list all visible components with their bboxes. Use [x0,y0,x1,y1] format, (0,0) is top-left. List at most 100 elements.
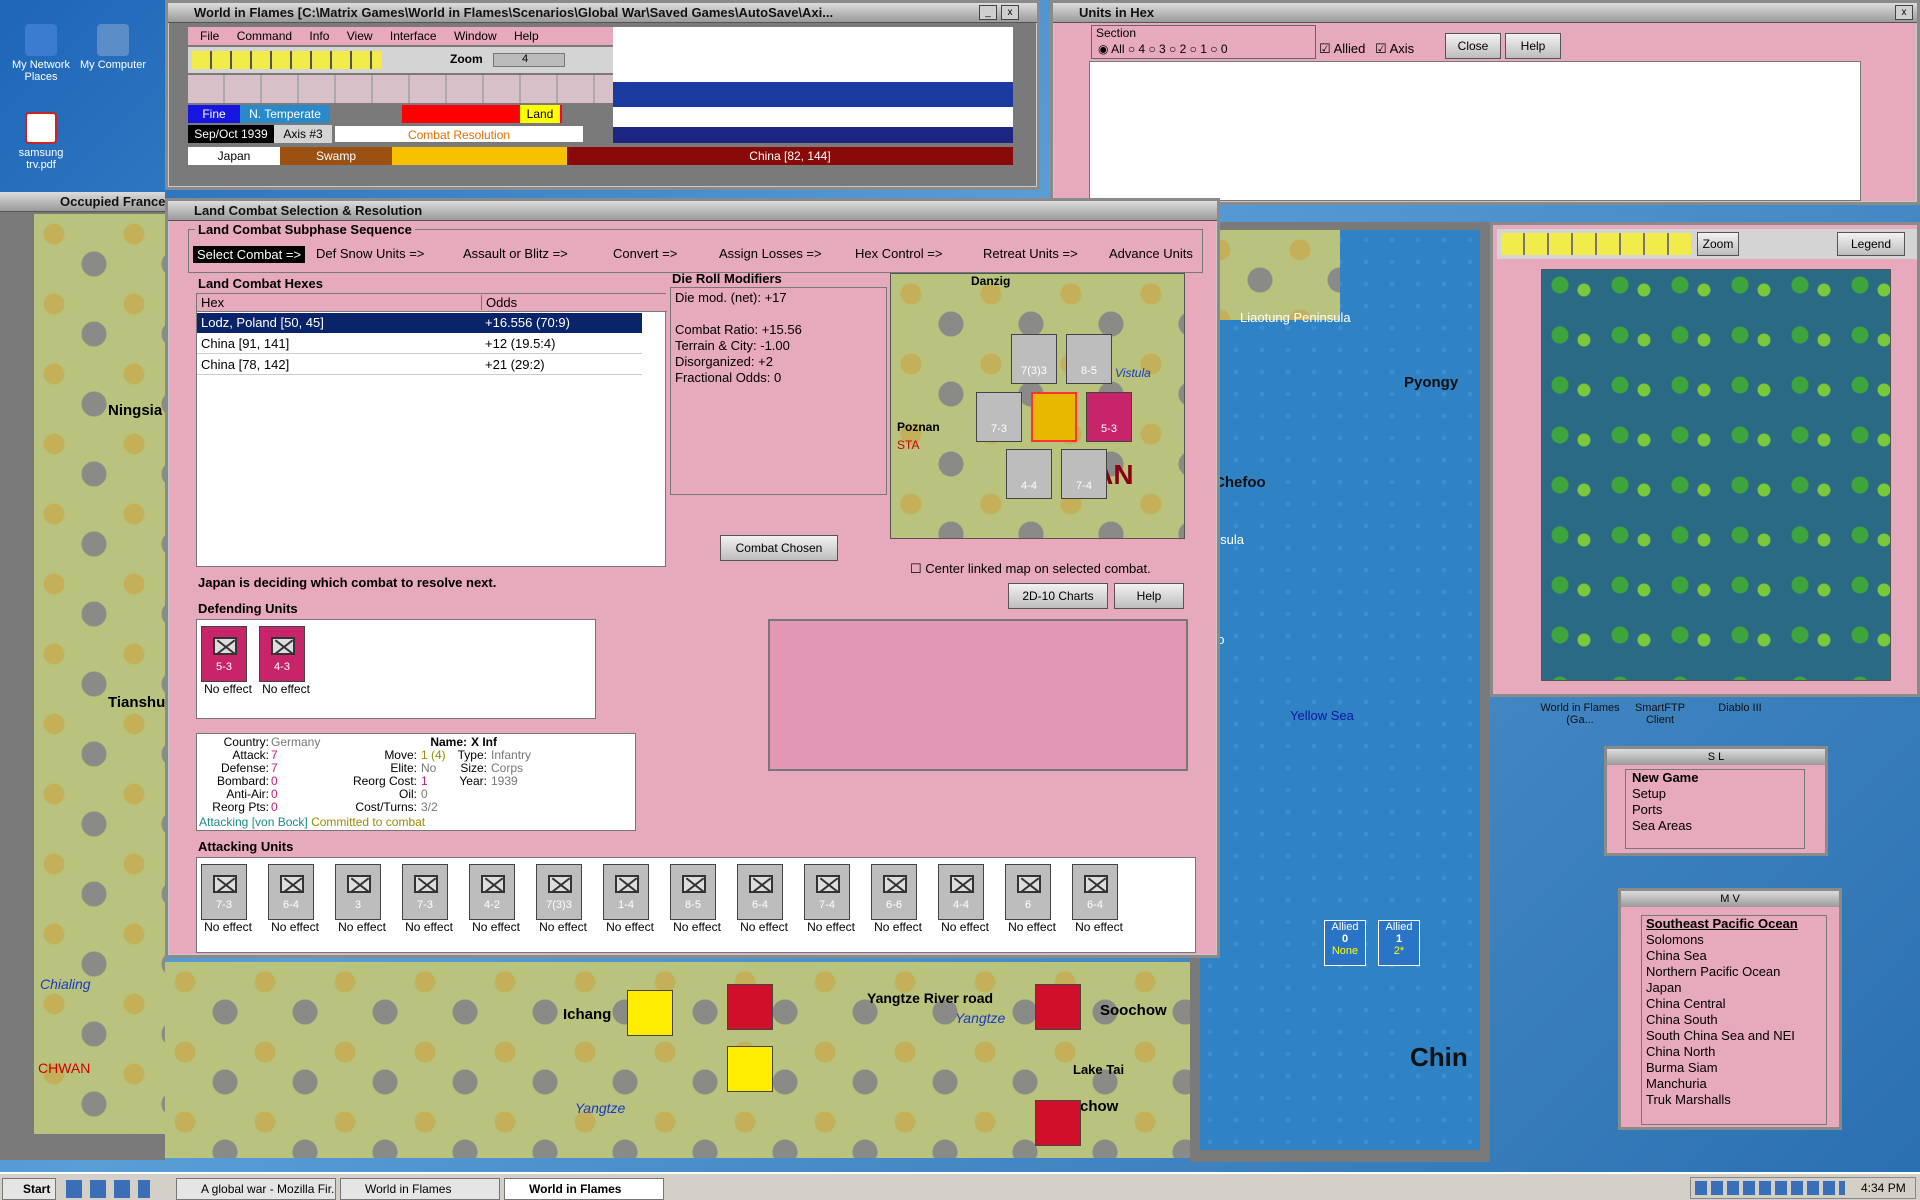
map-counter[interactable] [727,984,773,1030]
subphase-convert[interactable]: Convert => [613,246,677,261]
app-icon[interactable]: World in Flames (Ga... [1540,702,1620,726]
axis-checkbox[interactable]: ☑ Axis [1375,41,1414,57]
combat-chosen-button[interactable]: Combat Chosen [720,535,838,561]
attacking-unit[interactable]: 7-3 No effect [402,864,456,934]
sl-list[interactable]: New Game Setup Ports Sea Areas [1625,769,1805,849]
attacking-unit[interactable]: 7-4 No effect [804,864,858,934]
attacking-unit[interactable]: 6 No effect [1005,864,1059,934]
list-item[interactable]: Burma Siam [1646,1060,1826,1076]
tray-icons[interactable] [1695,1181,1845,1195]
map-counter[interactable] [1035,1100,1081,1146]
attacking-unit[interactable]: 6-4 No effect [737,864,791,934]
menu-window[interactable]: Window [454,29,497,43]
list-item[interactable]: China Sea [1646,948,1826,964]
list-item[interactable]: Sea Areas [1632,818,1804,834]
hexes-table[interactable]: Hex Odds Lodz, Poland [50, 45] +16.556 (7… [196,293,667,567]
minimize-button[interactable]: _ [979,5,997,20]
legend-button[interactable]: Legend [1837,232,1905,256]
subphase-assault[interactable]: Assault or Blitz => [463,246,568,261]
list-item[interactable]: New Game [1632,770,1804,786]
list-item[interactable]: China Central [1646,996,1826,1012]
attacking-unit[interactable]: 3 No effect [335,864,389,934]
map-counter[interactable] [727,1046,773,1092]
allied-box[interactable]: Allied 0 None [1324,920,1366,966]
close-icon[interactable]: x [1895,5,1913,20]
mini-counter[interactable]: 5-3 [1086,392,1132,442]
zoom-slider[interactable]: 4 [493,53,565,67]
toolbar-buttons[interactable] [192,51,382,69]
subphase-retreat[interactable]: Retreat Units => [983,246,1078,261]
table-row[interactable]: China [78, 142] +21 (29:2) [197,355,642,375]
defending-unit[interactable]: 5-3 No effect [201,626,255,696]
subphase-assign-losses[interactable]: Assign Losses => [719,246,822,261]
attacking-unit[interactable]: 6-4 No effect [1072,864,1126,934]
list-item[interactable]: Truk Marshalls [1646,1092,1826,1108]
mini-counter[interactable]: 7-4 [1061,449,1107,499]
attacking-unit[interactable]: 4-2 No effect [469,864,523,934]
start-button[interactable]: Start [2,1178,56,1200]
menu-interface[interactable]: Interface [390,29,437,43]
list-item[interactable]: Southeast Pacific Ocean [1646,916,1826,932]
units-list[interactable] [1089,61,1861,201]
list-item[interactable]: Japan [1646,980,1826,996]
menu-command[interactable]: Command [237,29,292,43]
list-item[interactable]: China North [1646,1044,1826,1060]
list-item[interactable]: Setup [1632,786,1804,802]
close-icon[interactable]: x [1001,5,1019,20]
flags-row[interactable] [188,75,613,103]
list-item[interactable]: Ports [1632,802,1804,818]
allied-box[interactable]: Allied 1 2* [1378,920,1420,966]
help-button[interactable]: Help [1505,33,1561,59]
overview-tool-buttons[interactable] [1501,233,1691,255]
center-linked-checkbox[interactable]: ☐ Center linked map on selected combat. [910,561,1151,577]
list-item[interactable]: Solomons [1646,932,1826,948]
subphase-advance[interactable]: Advance Units [1109,246,1193,261]
close-button[interactable]: Close [1445,33,1501,59]
menu-view[interactable]: View [347,29,373,43]
subphase-select[interactable]: Select Combat => [193,246,306,263]
section-radios[interactable]: ◉ All ○ 4 ○ 3 ○ 2 ○ 1 ○ 0 [1098,42,1228,56]
menu-help[interactable]: Help [514,29,539,43]
menu-file[interactable]: File [200,29,219,43]
app-icon[interactable]: Diablo III [1700,702,1780,714]
right-sea-map[interactable]: Liaotung Peninsula Pyongy Chefoo insula … [1200,230,1480,1150]
combat-explosion-icon[interactable] [1031,392,1077,442]
defending-unit[interactable]: 4-3 No effect [259,626,313,696]
app-icon[interactable]: SmartFTP Client [1620,702,1700,726]
mini-counter[interactable]: 7-3 [976,392,1022,442]
list-item[interactable]: China South [1646,1012,1826,1028]
help-button[interactable]: Help [1114,583,1184,609]
desktop-icon-network[interactable]: My Network Places [6,24,76,83]
quick-launch[interactable] [66,1180,150,1198]
attacking-unit[interactable]: 1-4 No effect [603,864,657,934]
list-item[interactable]: Manchuria [1646,1076,1826,1092]
task-wif-1[interactable]: World in Flames [340,1178,500,1200]
subphase-hex-control[interactable]: Hex Control => [855,246,942,261]
overview-world-map[interactable] [1541,269,1891,681]
attacking-unit[interactable]: 7-3 No effect [201,864,255,934]
map-counter[interactable] [1035,984,1081,1030]
zoom-button[interactable]: Zoom [1697,232,1739,256]
menu-info[interactable]: Info [309,29,329,43]
attacking-unit[interactable]: 8-5 No effect [670,864,724,934]
list-item[interactable]: Northern Pacific Ocean [1646,964,1826,980]
linked-mini-map[interactable]: Danzig Poznan LAN Vistula STA 7(3)3 8-5 … [890,273,1185,539]
table-row[interactable]: Lodz, Poland [50, 45] +16.556 (70:9) [197,313,642,333]
bottom-hex-map[interactable]: Ichang Yangtze River road Yangtze Soocho… [165,962,1190,1158]
task-wif-2[interactable]: World in Flames [504,1178,664,1200]
task-firefox[interactable]: A global war - Mozilla Fir... [176,1178,336,1200]
attacking-unit[interactable]: 4-4 No effect [938,864,992,934]
charts-button[interactable]: 2D-10 Charts [1008,583,1108,609]
table-row[interactable]: China [91, 141] +12 (19.5:4) [197,334,642,354]
subphase-def-snow[interactable]: Def Snow Units => [316,246,424,261]
allied-checkbox[interactable]: ☑ Allied [1319,41,1365,57]
left-hex-map[interactable]: Ningsia Tianshui Chialing CHWAN [34,214,169,1134]
mv-list[interactable]: Southeast Pacific Ocean Solomons China S… [1641,915,1827,1125]
map-counter[interactable] [627,990,673,1036]
attacking-unit[interactable]: 7(3)3 No effect [536,864,590,934]
desktop-icon-pdf[interactable]: samsung trv.pdf [6,112,76,171]
mini-counter[interactable]: 4-4 [1006,449,1052,499]
list-item[interactable]: South China Sea and NEI [1646,1028,1826,1044]
mini-counter[interactable]: 7(3)3 [1011,334,1057,384]
attacking-unit[interactable]: 6-4 No effect [268,864,322,934]
